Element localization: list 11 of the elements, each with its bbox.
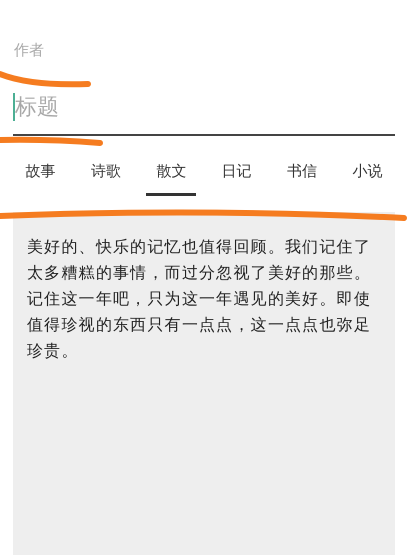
text-area[interactable]: 美好的、快乐的记忆也值得回顾。我们记住了太多糟糕的事情，而过分忽视了美好的那些。记住这一年吧，只为这一年遇见的美好。即使值得珍视的东西只有一点点，这一点点也弥足珍贵。 <box>13 212 395 555</box>
category-tab[interactable]: 书信 <box>276 156 327 196</box>
title-field[interactable]: 标题 <box>15 90 315 124</box>
category-tab[interactable]: 散文 <box>146 156 196 196</box>
category-tab[interactable]: 小说 <box>342 156 392 196</box>
category-tab[interactable]: 故事 <box>16 156 66 196</box>
body-text: 美好的、快乐的记忆也值得回顾。我们记住了太多糟糕的事情，而过分忽视了美好的那些。记住这一年吧，只为这一年遇见的美好。即使值得珍视的东西只有一点点，这一点点也弥足珍贵。 <box>27 236 372 362</box>
author-field[interactable]: 作者 <box>14 36 214 64</box>
category-tab[interactable]: 日记 <box>212 156 262 196</box>
text-cursor <box>13 93 15 121</box>
category-tab[interactable]: 诗歌 <box>80 156 131 196</box>
